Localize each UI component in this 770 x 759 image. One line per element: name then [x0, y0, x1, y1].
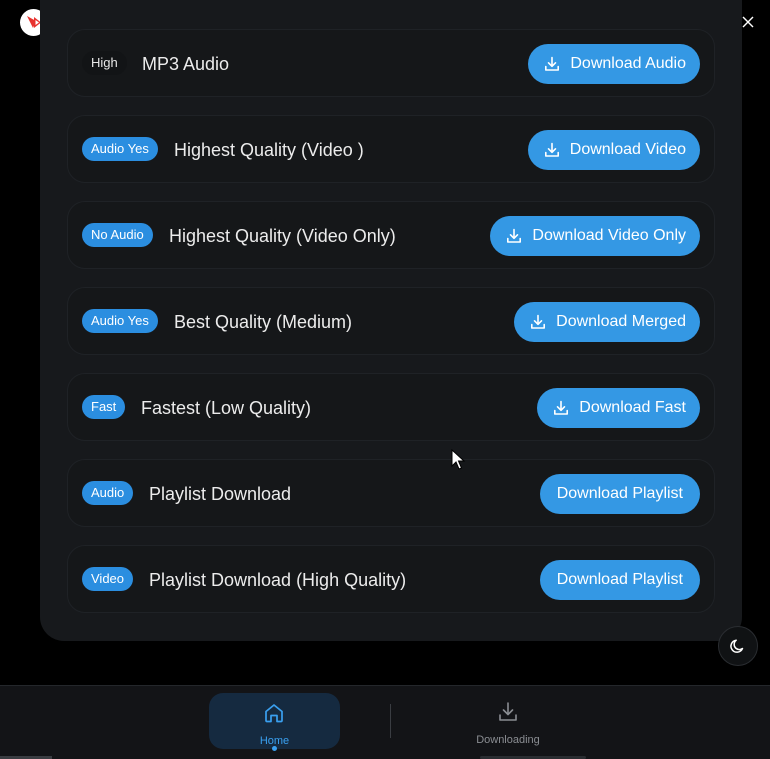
option-row-playlist-download-high-quality: Video Playlist Download (High Quality) D… [67, 545, 715, 613]
download-icon [531, 314, 546, 329]
nav-divider [390, 704, 391, 738]
nav-downloading-label: Downloading [476, 734, 540, 746]
button-label: Download Merged [556, 313, 686, 330]
no-audio-badge: No Audio [82, 223, 153, 247]
active-indicator-dot [272, 746, 277, 751]
fast-badge: Fast [82, 395, 126, 419]
download-fast-button[interactable]: Download Fast [537, 388, 700, 428]
option-label: MP3 Audio [142, 54, 230, 74]
download-icon [545, 56, 560, 71]
home-icon [265, 704, 283, 723]
option-label: Best Quality (Medium) [174, 312, 353, 332]
audio-yes-badge: Audio Yes [82, 137, 158, 161]
download-options-card: High MP3 Audio Download Audio Audio Yes … [40, 0, 742, 641]
button-label: Download Fast [579, 399, 686, 416]
audio-badge: Audio [82, 481, 134, 505]
button-label: Download Video Only [532, 227, 686, 244]
download-icon [507, 228, 522, 243]
video-badge: Video [82, 567, 134, 591]
audio-yes-badge: Audio Yes [82, 309, 158, 333]
download-icon [544, 142, 559, 157]
option-row-highest-quality-video-only: No Audio Highest Quality (Video Only) Do… [67, 201, 715, 269]
button-label: Download Audio [570, 55, 686, 72]
option-row-playlist-download: Audio Playlist Download Download Playlis… [67, 459, 715, 527]
download-video-button[interactable]: Download Video [527, 130, 700, 170]
download-playlist-hq-button[interactable]: Download Playlist [539, 560, 700, 600]
option-row-best-quality-medium: Audio Yes Best Quality (Medium) Download… [67, 287, 715, 355]
option-label: Fastest (Low Quality) [141, 398, 312, 418]
option-label: Playlist Download [149, 484, 292, 504]
quality-badge: High [82, 51, 127, 75]
option-label: Highest Quality (Video Only) [169, 226, 396, 246]
app-window: High MP3 Audio Download Audio Audio Yes … [0, 0, 770, 759]
close-icon [742, 16, 754, 28]
button-label: Download Playlist [556, 571, 683, 588]
option-row-fastest-low-quality: Fast Fastest (Low Quality) Download Fast [67, 373, 715, 441]
download-icon [554, 400, 569, 415]
option-row-mp3-audio: High MP3 Audio Download Audio [67, 29, 715, 97]
mouse-cursor-icon [451, 449, 466, 470]
button-label: Download Playlist [556, 485, 683, 502]
nav-downloading-tab[interactable]: Downloading [455, 693, 561, 749]
download-playlist-button[interactable]: Download Playlist [539, 474, 700, 514]
button-label: Download Video [569, 141, 686, 158]
option-label: Playlist Download (High Quality) [149, 570, 407, 590]
download-tray-icon [499, 702, 517, 721]
option-label: Highest Quality (Video ) [174, 140, 364, 160]
moon-icon [730, 639, 744, 653]
download-merged-button[interactable]: Download Merged [514, 302, 700, 342]
download-video-only-button[interactable]: Download Video Only [490, 216, 700, 256]
option-row-highest-quality-video: Audio Yes Highest Quality (Video ) Downl… [67, 115, 715, 183]
download-audio-button[interactable]: Download Audio [528, 44, 700, 84]
theme-toggle-button[interactable] [718, 626, 758, 666]
nav-home-tab[interactable]: Home [209, 693, 340, 751]
bottom-navigation: Home Downloading [0, 685, 770, 759]
